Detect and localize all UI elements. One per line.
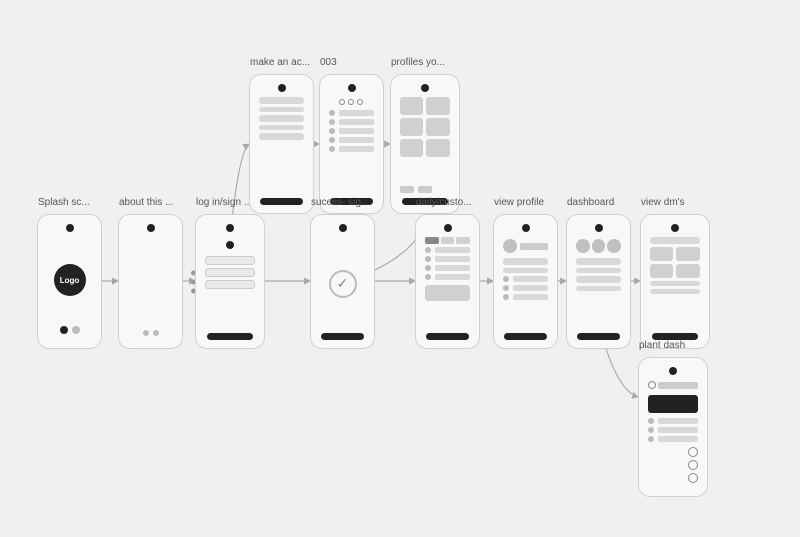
dashboard-label: dashboard: [567, 197, 614, 208]
make-ac-screen[interactable]: make an ac...: [249, 74, 314, 214]
login-bottom-bar: [207, 333, 253, 340]
canvas: Splash sc... Logo › about this ...: [0, 0, 800, 537]
plant-icon: [648, 381, 656, 389]
vp-bottom: [504, 333, 546, 340]
make-ac-bar3: [259, 115, 304, 122]
vp-header: [503, 239, 548, 253]
about-camera: [147, 224, 155, 232]
daily-label: daily/custo...: [416, 197, 472, 208]
003-camera: [348, 84, 356, 92]
splash-camera: [66, 224, 74, 232]
vp-bar1: [503, 258, 548, 265]
daily-block: [425, 285, 470, 301]
vp-bar2: [503, 268, 548, 273]
view-profile-label: view profile: [494, 197, 544, 208]
003-screen[interactable]: 003: [319, 74, 384, 214]
profiles-grid: [400, 97, 449, 157]
success-screen[interactable]: sucess- sig... ✓: [310, 214, 375, 349]
dash-avatar-row: [576, 239, 621, 253]
logo-circle: Logo: [54, 264, 86, 296]
dashboard-screen[interactable]: dashboard: [566, 214, 631, 349]
plant-list: [648, 418, 697, 442]
make-ac-bar4: [259, 125, 304, 130]
make-ac-camera: [278, 84, 286, 92]
splash-nav-dots: [60, 326, 80, 334]
dms-grid: [650, 247, 699, 278]
dot-active: [60, 326, 68, 334]
plant-camera: [669, 367, 677, 375]
dms-bar1: [650, 237, 699, 244]
dash-bar3: [576, 276, 621, 283]
login-label: log in/sign ...: [196, 197, 252, 208]
profiles-controls: [400, 186, 449, 193]
splash-screen[interactable]: Splash sc... Logo ›: [37, 214, 102, 349]
plant-dark-block: [648, 395, 697, 413]
view-dms-label: view dm's: [641, 197, 685, 208]
success-label: sucess- sig...: [311, 197, 369, 208]
login-input1[interactable]: [205, 256, 254, 265]
daily-screen[interactable]: daily/custo...: [415, 214, 480, 349]
dms-bottom: [652, 333, 698, 340]
about-label: about this ...: [119, 197, 173, 208]
make-ac-bar2: [259, 107, 304, 112]
dms-bar3: [650, 289, 699, 294]
003-list: [329, 110, 374, 152]
success-bottom: [321, 333, 363, 340]
003-dot1: [339, 99, 345, 105]
success-camera: [339, 224, 347, 232]
splash-right-arrow: ›: [112, 276, 115, 287]
dash-bar1: [576, 258, 621, 265]
daily-camera: [444, 224, 452, 232]
vp-avatar: [503, 239, 517, 253]
daily-tabs: [425, 237, 470, 244]
profiles-label: profiles yo...: [391, 57, 445, 68]
view-dms-screen[interactable]: view dm's: [640, 214, 710, 349]
003-label: 003: [320, 57, 337, 68]
dot-inactive: [72, 326, 80, 334]
vp-list: [503, 276, 548, 300]
profiles-screen[interactable]: profiles yo...: [390, 74, 460, 214]
plant-dash-screen[interactable]: plant dash: [638, 357, 708, 497]
make-ac-bar1: [259, 97, 304, 104]
dash-bar4: [576, 286, 621, 291]
make-ac-bar5: [259, 133, 304, 140]
view-profile-screen[interactable]: view profile: [493, 214, 558, 349]
login-dot: [226, 241, 234, 249]
about-screen[interactable]: about this ... ›: [118, 214, 183, 349]
dms-bar2: [650, 281, 699, 286]
login-screen[interactable]: log in/sign ...: [195, 214, 265, 349]
check-circle: ✓: [329, 270, 357, 298]
make-ac-label: make an ac...: [250, 57, 310, 68]
make-ac-bottom: [260, 198, 302, 205]
vp-camera: [522, 224, 530, 232]
plant-header: [648, 381, 697, 389]
dash-bottom: [577, 333, 619, 340]
daily-list: [425, 247, 470, 280]
dash-bar2: [576, 268, 621, 273]
login-input3[interactable]: [205, 280, 254, 289]
dash-camera: [595, 224, 603, 232]
dms-camera: [671, 224, 679, 232]
003-dot3: [357, 99, 363, 105]
daily-bottom: [426, 333, 468, 340]
splash-label: Splash sc...: [38, 197, 90, 208]
login-camera: [226, 224, 234, 232]
003-dot2: [348, 99, 354, 105]
plant-dash-label: plant dash: [639, 340, 685, 351]
plant-controls: [648, 447, 697, 483]
about-nav: [143, 330, 159, 336]
profiles-camera: [421, 84, 429, 92]
login-input2[interactable]: [205, 268, 254, 277]
